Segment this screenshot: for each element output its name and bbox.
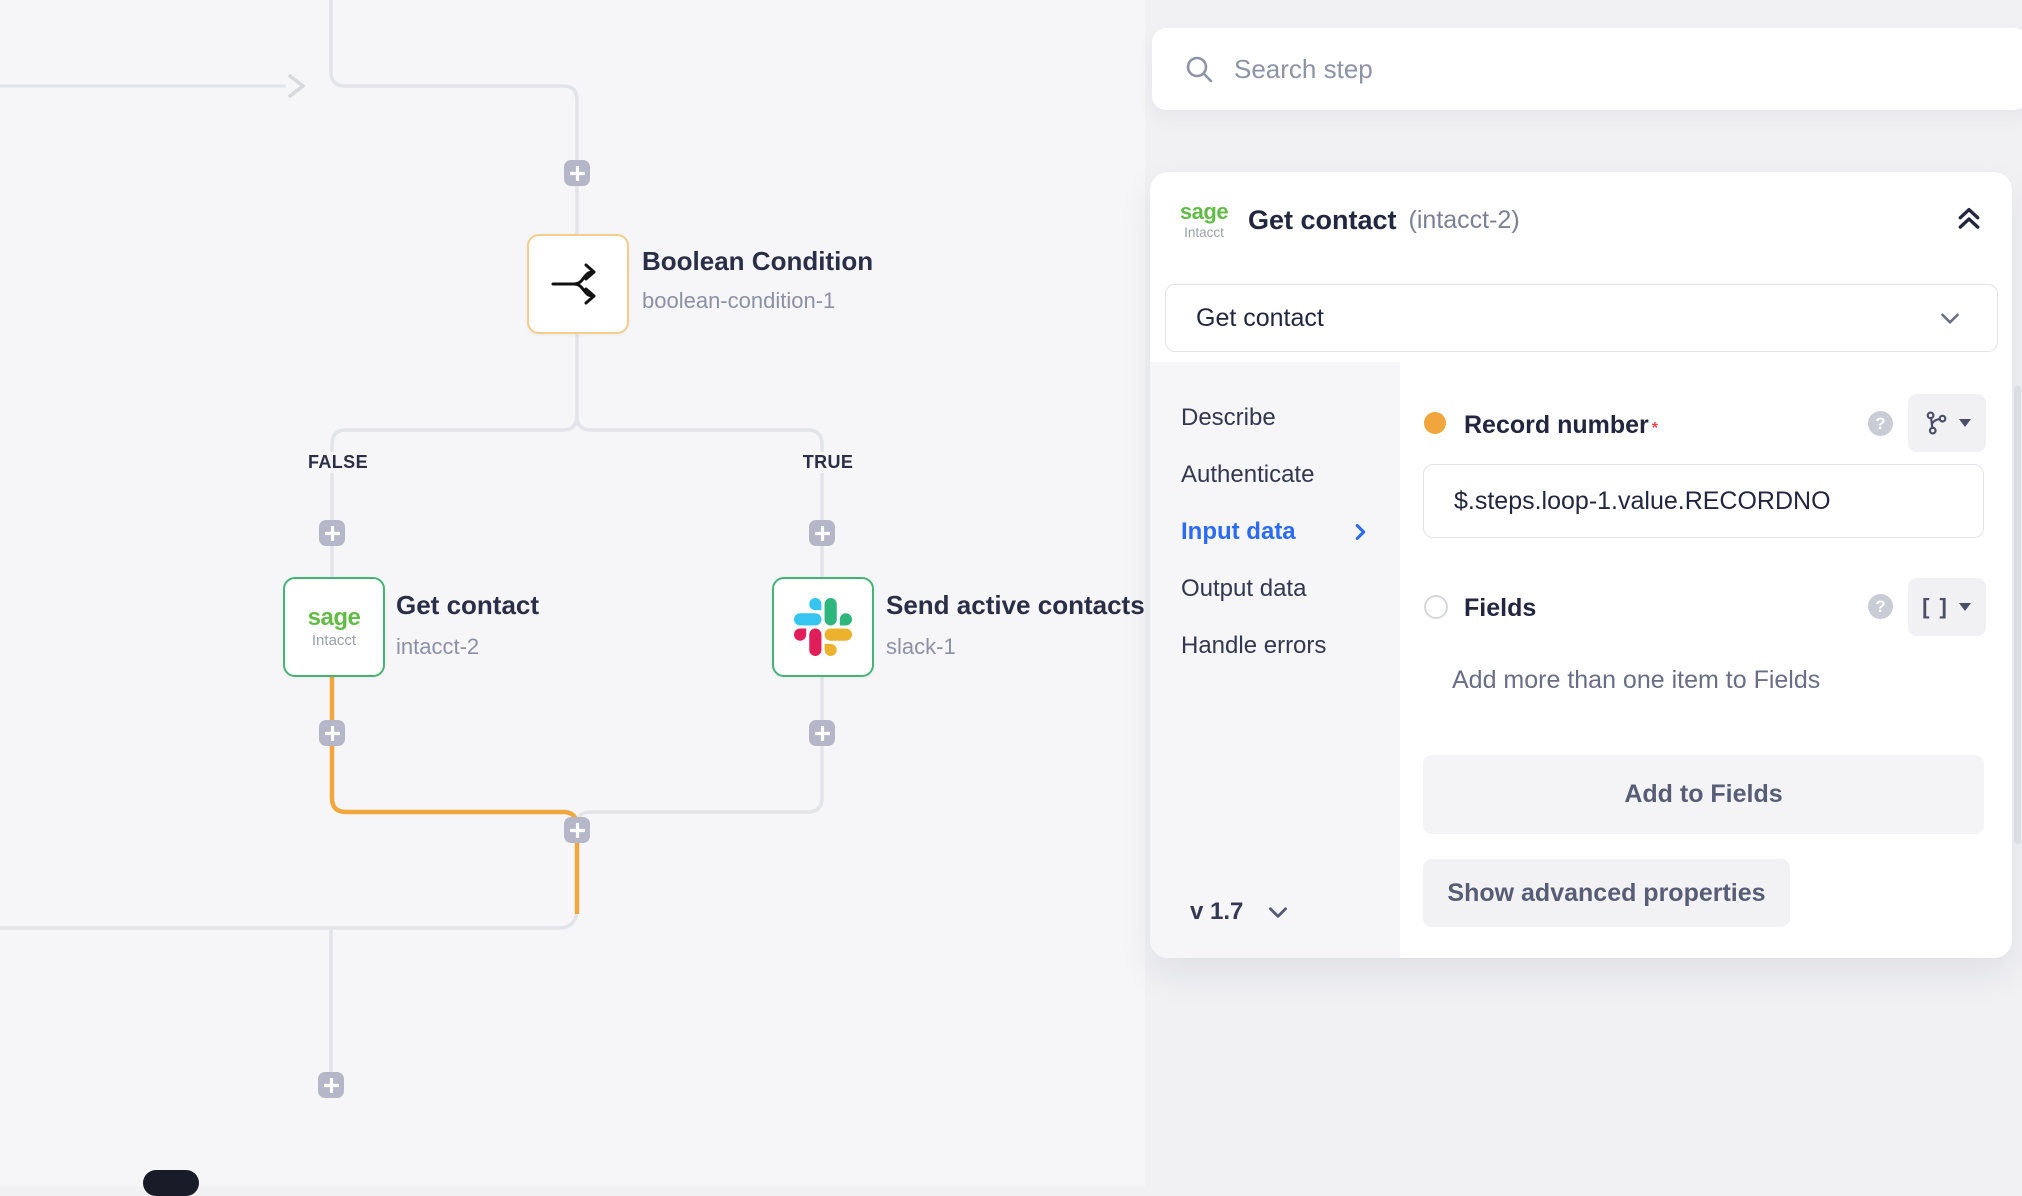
scrollbar-thumb[interactable] bbox=[2014, 386, 2021, 844]
node-boolean-condition[interactable] bbox=[527, 234, 629, 334]
record-number-label: Record number* bbox=[1464, 411, 1658, 440]
dropdown-caret-icon bbox=[1958, 601, 1972, 613]
sage-intacct-logo: sage Intacct bbox=[308, 606, 361, 648]
workflow-canvas[interactable]: FALSE TRUE Boolean Condition boolean-con… bbox=[0, 0, 1145, 1186]
search-step-input[interactable] bbox=[1232, 53, 2022, 86]
node-title: Send active contacts bbox=[886, 590, 1145, 621]
field-empty-indicator bbox=[1424, 595, 1448, 619]
branch-arrows-icon bbox=[547, 253, 609, 315]
version-selector[interactable]: v 1.7 bbox=[1190, 898, 1291, 926]
add-step-button[interactable] bbox=[318, 1072, 344, 1098]
required-asterisk: * bbox=[1652, 420, 1658, 437]
plus-icon bbox=[325, 726, 340, 741]
node-get-contact[interactable]: sage Intacct bbox=[283, 577, 385, 677]
tab-handle-errors[interactable]: Handle errors bbox=[1181, 626, 1391, 666]
node-send-active-contacts[interactable] bbox=[772, 577, 874, 677]
show-advanced-properties-button[interactable]: Show advanced properties bbox=[1423, 859, 1790, 927]
node-subtitle: boolean-condition-1 bbox=[642, 288, 835, 314]
collapse-panel-icon[interactable] bbox=[1954, 204, 1984, 234]
add-step-button[interactable] bbox=[809, 720, 835, 746]
operation-select-value: Get contact bbox=[1196, 304, 1937, 333]
canvas-controls-partial[interactable] bbox=[143, 1170, 199, 1196]
tab-describe[interactable]: Describe bbox=[1181, 398, 1391, 438]
plus-icon bbox=[815, 726, 830, 741]
chevron-down-icon bbox=[1265, 899, 1291, 925]
record-number-input[interactable] bbox=[1452, 486, 1956, 517]
help-icon[interactable]: ? bbox=[1868, 594, 1893, 619]
panel-header: sage Intacct Get contact (intacct-2) bbox=[1176, 192, 1988, 248]
active-tab-arrow-icon bbox=[1349, 521, 1371, 543]
arrowhead-icon bbox=[290, 76, 303, 96]
operation-select[interactable]: Get contact bbox=[1165, 284, 1998, 352]
add-step-button[interactable] bbox=[809, 520, 835, 546]
search-icon bbox=[1184, 54, 1214, 84]
plus-icon bbox=[570, 166, 585, 181]
panel-step-title: Get contact bbox=[1248, 205, 1397, 236]
array-brackets-icon: [ ] bbox=[1922, 594, 1949, 620]
dropdown-caret-icon bbox=[1958, 417, 1972, 429]
panel-step-id: (intacct-2) bbox=[1409, 206, 1520, 235]
add-step-button[interactable] bbox=[319, 720, 345, 746]
plus-icon bbox=[325, 526, 340, 541]
chevron-down-icon bbox=[1937, 305, 1963, 331]
add-step-button[interactable] bbox=[319, 520, 345, 546]
plus-icon bbox=[815, 526, 830, 541]
sage-intacct-logo: sage Intacct bbox=[1176, 201, 1232, 240]
search-step-bar[interactable] bbox=[1152, 28, 2022, 110]
jsonpath-mode-button[interactable] bbox=[1908, 394, 1986, 452]
help-icon[interactable]: ? bbox=[1868, 411, 1893, 436]
tab-output-data[interactable]: Output data bbox=[1181, 569, 1391, 609]
version-label: v 1.7 bbox=[1190, 898, 1243, 926]
field-filled-indicator bbox=[1424, 412, 1446, 434]
git-branch-icon bbox=[1923, 410, 1949, 436]
add-step-button[interactable] bbox=[564, 817, 590, 843]
fields-label: Fields bbox=[1464, 594, 1536, 623]
tab-authenticate[interactable]: Authenticate bbox=[1181, 455, 1391, 495]
fields-hint-text: Add more than one item to Fields bbox=[1452, 666, 1820, 695]
node-subtitle: intacct-2 bbox=[396, 634, 479, 660]
executed-path bbox=[332, 674, 577, 914]
node-title: Boolean Condition bbox=[642, 246, 873, 277]
slack-logo bbox=[794, 598, 852, 656]
array-type-button[interactable]: [ ] bbox=[1908, 578, 1986, 636]
plus-icon bbox=[570, 823, 585, 838]
tab-input-data[interactable]: Input data bbox=[1181, 512, 1391, 552]
node-title: Get contact bbox=[396, 590, 539, 621]
plus-icon bbox=[324, 1078, 339, 1093]
add-to-fields-button[interactable]: Add to Fields bbox=[1423, 755, 1984, 834]
branch-label-true: TRUE bbox=[787, 452, 869, 473]
node-subtitle: slack-1 bbox=[886, 634, 956, 660]
branch-label-false: FALSE bbox=[297, 452, 379, 473]
add-step-button[interactable] bbox=[564, 160, 590, 186]
record-number-input-box[interactable] bbox=[1423, 464, 1984, 538]
